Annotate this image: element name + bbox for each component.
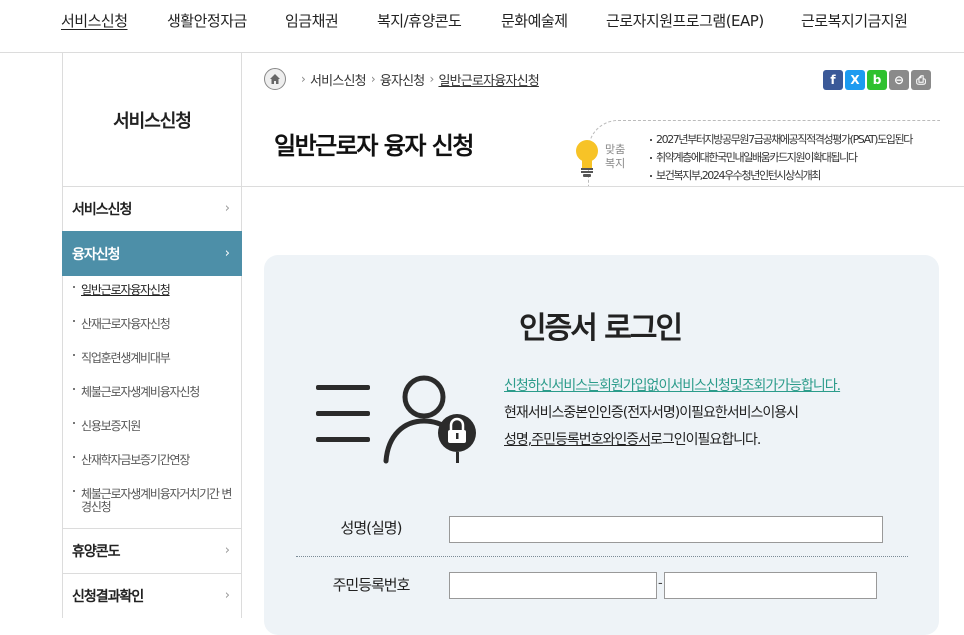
user-lock-icon <box>314 373 479 469</box>
rrn-separator: - <box>658 576 663 591</box>
recommend-tag: 맞춤 복지 <box>605 143 626 170</box>
recommend-item[interactable]: 보건복지부,2024우수청년인턴시상식개최 <box>650 167 912 185</box>
submenu-item-vocational-training-loan[interactable]: 직업훈련생계비대부 <box>63 348 241 382</box>
sidebar-title: 서비스신청 <box>113 110 192 132</box>
lightbulb-icon <box>572 138 602 182</box>
x-icon[interactable]: X <box>845 70 865 90</box>
sidebar-submenu: 일반근로자융자신청 산재근로자융자신청 직업훈련생계비대부 체불근로자생계비융자… <box>62 276 242 528</box>
chevron-right-icon: › <box>224 543 230 558</box>
sidebar-item-label: 서비스신청 <box>72 202 132 218</box>
breadcrumb-item-service-apply[interactable]: 서비스신청 <box>310 70 367 89</box>
login-title: 인증서 로그인 <box>519 311 683 346</box>
recommend-list: 2027년부터지방공무원7급공채에공직적격성평가(PSAT)도입된다 취약계층에… <box>650 131 913 185</box>
header-divider <box>242 186 964 187</box>
chevron-right-icon: › <box>224 246 230 261</box>
login-notice-link[interactable]: 신청하신서비스는회원가입없이서비스신청및조회가가능합니다. <box>504 373 841 400</box>
login-description-line: 성명,주민등록번호와인증서로그인이필요합니다. <box>504 432 761 448</box>
breadcrumb-separator: › <box>429 72 434 86</box>
sidebar-menu: 서비스신청 › 융자신청 › 일반근로자융자신청 산재근로자융자신청 직업훈련생… <box>62 186 242 618</box>
home-icon[interactable] <box>264 68 286 90</box>
rrn-back-input[interactable] <box>664 572 877 599</box>
sidebar-item-service-apply[interactable]: 서비스신청 › <box>62 186 242 231</box>
topnav-item-living-fund[interactable]: 생활안정자금 <box>167 10 247 31</box>
menu-lines-icon <box>316 385 370 442</box>
topnav-item-culture-art[interactable]: 문화예술제 <box>501 10 568 31</box>
rrn-row: 주민등록번호 - <box>296 558 908 614</box>
recommend-item[interactable]: 2027년부터지방공무원7급공채에공직적격성평가(PSAT)도입된다 <box>650 131 913 149</box>
sidebar-item-resort-condo[interactable]: 휴양콘도 › <box>62 528 242 573</box>
submenu-item-general-worker-loan[interactable]: 일반근로자융자신청 <box>63 280 241 314</box>
submenu-item-deferment-change[interactable]: 체불근로자생계비융자거치기간 변경신청 <box>63 484 241 522</box>
sidebar-item-result-check[interactable]: 신청결과확인 › <box>62 573 242 618</box>
name-row: 성명(실명) <box>296 501 908 557</box>
sidebar-item-loan-apply[interactable]: 융자신청 › <box>62 231 242 276</box>
topnav-item-service-apply[interactable]: 서비스신청 <box>61 10 128 31</box>
facebook-icon[interactable]: f <box>823 70 843 90</box>
submenu-item-tuition-guarantee-extension[interactable]: 산재학자금보증기간연장 <box>63 450 241 484</box>
submenu-item-industrial-accident-loan[interactable]: 산재근로자융자신청 <box>63 314 241 348</box>
breadcrumb-separator: › <box>370 72 376 86</box>
sidebar-item-label: 휴양콘도 <box>72 544 121 560</box>
submenu-item-unpaid-worker-loan[interactable]: 체불근로자생계비융자신청 <box>63 382 241 416</box>
share-toolbar: f X b ⊖ ⎙ <box>823 70 931 90</box>
name-label: 성명(실명) <box>340 519 403 537</box>
topnav-item-eap[interactable]: 근로자지원프로그램(EAP) <box>606 10 764 31</box>
rrn-label: 주민등록번호 <box>332 576 411 594</box>
certificate-login-panel: 인증서 로그인 신청하신서비스는회원가입없이서비스신청및조회가가능합니다. 현재… <box>264 255 939 635</box>
breadcrumb-separator: › <box>301 72 306 86</box>
sidebar-item-label: 융자신청 <box>72 247 121 263</box>
sidebar-item-label: 신청결과확인 <box>72 589 144 605</box>
topnav-item-welfare-condo[interactable]: 복지/휴양콘도 <box>377 10 462 31</box>
print-icon[interactable]: ⎙ <box>911 70 931 90</box>
topnav-item-welfare-fund[interactable]: 근로복지기금지원 <box>801 10 908 31</box>
login-description: 신청하신서비스는회원가입없이서비스신청및조회가가능합니다. 현재서비스중본인인증… <box>504 373 841 454</box>
breadcrumb-item-loan-apply[interactable]: 융자신청 <box>380 70 425 89</box>
breadcrumb-item-current[interactable]: 일반근로자융자신청 <box>438 70 539 89</box>
topnav-item-wage-claim[interactable]: 임금채권 <box>285 10 339 31</box>
name-input[interactable] <box>449 516 883 543</box>
link-icon[interactable]: ⊖ <box>889 70 909 90</box>
breadcrumb: › 서비스신청 › 융자신청 › 일반근로자융자신청 <box>264 66 540 92</box>
chevron-right-icon: › <box>224 588 230 603</box>
band-icon[interactable]: b <box>867 70 887 90</box>
submenu-item-credit-guarantee[interactable]: 신용보증지원 <box>63 416 241 450</box>
recommend-item[interactable]: 취약계층에대한국민내일배움카드지원이확대됩니다 <box>650 149 912 167</box>
rrn-front-input[interactable] <box>449 572 657 599</box>
chevron-right-icon: › <box>224 201 230 216</box>
top-navigation: 서비스신청 생활안정자금 임금채권 복지/휴양콘도 문화예술제 근로자지원프로그… <box>0 0 964 53</box>
recommend-welfare-box: 맞춤 복지 2027년부터지방공무원7급공채에공직적격성평가(PSAT)도입된다… <box>570 120 940 186</box>
login-description-line: 현재서비스중본인인증(전자서명)이필요한서비스이용시 <box>504 405 799 421</box>
page-title: 일반근로자 융자 신청 <box>274 132 474 160</box>
sidebar-header: 서비스신청 <box>62 53 242 186</box>
